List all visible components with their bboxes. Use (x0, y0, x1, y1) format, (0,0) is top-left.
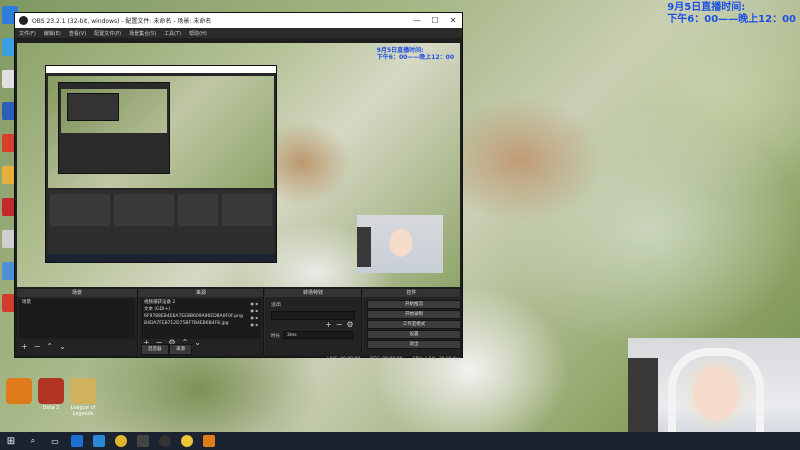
tab-sources[interactable]: 来源 (169, 344, 192, 355)
tab-mixer[interactable]: 混音器 (141, 344, 169, 355)
minimize-button[interactable]: — (408, 16, 426, 25)
webcam-background-object (628, 358, 658, 438)
nested-dock (114, 194, 174, 226)
exit-button[interactable]: 退出 (367, 340, 461, 349)
taskbar-app-icon[interactable] (203, 435, 215, 447)
nested-dock (50, 194, 110, 226)
nested-taskbar (46, 254, 276, 262)
remove-transition-icon[interactable]: − (336, 320, 343, 329)
move-down-icon[interactable]: ⌄ (59, 342, 66, 351)
source-item[interactable]: 视频捕获设备 2 ● ▪ (141, 299, 261, 306)
source-item-label: 文本 (GDI+) (144, 307, 170, 312)
chrome-icon[interactable] (115, 435, 127, 447)
obs-menu-bar: 文件(F) 编辑(E) 查看(V) 配置文件(P) 场景集合(S) 工具(T) … (15, 28, 462, 38)
menu-help[interactable]: 帮助(H) (189, 30, 207, 37)
preview-webcam-object (357, 227, 371, 267)
sources-dock-title: 来源 (139, 289, 263, 297)
source-item[interactable]: 文本 (GDI+) ● ▪ (141, 306, 261, 313)
controls-dock: 控件 开始推流 开始录制 工作室模式 设置 退出 (363, 289, 461, 355)
nested-preview-area-2 (61, 89, 167, 133)
source-item-label: 6F9788EB4E6A7EE8B609A96ED8A0F0F.png (144, 314, 243, 319)
nested-dock (178, 194, 218, 226)
preview-webcam (357, 215, 443, 273)
league-of-legends-label: League of Legends (70, 405, 96, 417)
obs-docks: 场景 场景 + − ⌃ ⌄ 来源 视频捕获设备 2 ● ▪ 文本 (GDI+) ● … (17, 289, 461, 355)
settings-button[interactable]: 设置 (367, 330, 461, 339)
preview-schedule-overlay: 9月5日直播时间: 下午6：00——晚上12：00 (377, 47, 454, 61)
menu-tools[interactable]: 工具(T) (164, 30, 181, 37)
studio-mode-button[interactable]: 工作室模式 (367, 320, 461, 329)
preview-schedule-line-2: 下午6：00——晚上12：00 (376, 54, 454, 61)
taskbar-app-icon[interactable] (71, 435, 83, 447)
remove-scene-icon[interactable]: − (34, 342, 41, 351)
menu-edit[interactable]: 编辑(E) (44, 30, 61, 37)
add-transition-icon[interactable]: + (325, 320, 332, 329)
obs-title-bar[interactable]: OBS 23.2.1 (32-bit, windows) - 配置文件: 未命名… (15, 13, 462, 28)
start-recording-button[interactable]: 开始录制 (367, 310, 461, 319)
nested-preview-area (48, 76, 274, 188)
transitions-dock: 转场特效 淡出 + − ⚙ 时长 3ms (265, 289, 362, 355)
controls-dock-title: 控件 (363, 289, 460, 297)
sources-dock: 来源 视频捕获设备 2 ● ▪ 文本 (GDI+) ● ▪ 6F9788EB4E6A… (139, 289, 264, 355)
menu-scene-collection[interactable]: 场景集合(S) (129, 30, 156, 37)
source-item-label: 视频捕获设备 2 (144, 300, 176, 305)
taskbar-app-icon[interactable] (181, 435, 193, 447)
move-down-icon[interactable]: ⌄ (194, 338, 201, 347)
move-up-icon[interactable]: ⌃ (46, 342, 53, 351)
taskbar-app-icon[interactable] (137, 435, 149, 447)
live-status: LIVE: 00:00:00 (327, 356, 361, 362)
maximize-button[interactable]: ☐ (426, 16, 444, 25)
add-scene-icon[interactable]: + (21, 342, 28, 351)
close-button[interactable]: ✕ (444, 16, 462, 25)
sources-list: 视频捕获设备 2 ● ▪ 文本 (GDI+) ● ▪ 6F9788EB4E6A7EE… (141, 299, 261, 339)
visibility-lock-icon[interactable]: ● ▪ (251, 321, 258, 327)
obs-logo-icon (19, 16, 28, 25)
nested-obs-preview (45, 65, 277, 263)
windows-taskbar: ⊞ ⌕ ▭ (0, 432, 800, 450)
obs-window-title: OBS 23.2.1 (32-bit, windows) - 配置文件: 未命名… (32, 18, 212, 25)
gear-icon[interactable]: ⚙ (346, 320, 353, 329)
menu-profile[interactable]: 配置文件(P) (94, 30, 121, 37)
scene-item[interactable]: 场景 (19, 299, 135, 306)
source-item-label: B4DA7FE8712D75BF7B4EB6B4F8.jpg (144, 321, 229, 326)
duration-label: 时长 (271, 334, 280, 339)
obs-status-bar: LIVE: 00:00:00 REC: 00:00:00 CPU: 1.5%, … (17, 355, 460, 363)
preview-schedule-line-1: 9月5日直播时间: (376, 47, 424, 54)
task-view-icon[interactable]: ▭ (49, 435, 61, 447)
nested-docks (48, 190, 274, 260)
scenes-toolbar: + − ⌃ ⌄ (21, 341, 72, 351)
schedule-line-2: 下午6：00——晚上12：00 (667, 14, 796, 25)
source-item[interactable]: 6F9788EB4E6A7EE8B609A96ED8A0F0F.png ● ▪ (141, 313, 261, 320)
menu-file[interactable]: 文件(F) (19, 30, 36, 37)
start-streaming-button[interactable]: 开始推流 (367, 300, 461, 309)
cpu-status: CPU: 1.5%, 30.00 fps (412, 356, 461, 362)
transition-toolbar: + − ⚙ (325, 320, 358, 329)
obs-window: OBS 23.2.1 (32-bit, windows) - 配置文件: 未命名… (14, 12, 463, 362)
nested-obs-preview-3 (67, 93, 119, 121)
scenes-dock-title: 场景 (17, 289, 137, 297)
league-of-legends-icon[interactable] (70, 378, 96, 404)
desktop-app-icon[interactable] (6, 378, 32, 404)
scenes-dock: 场景 场景 + − ⌃ ⌄ (17, 289, 138, 355)
schedule-line-1: 9月5日直播时间: (667, 2, 746, 13)
duration-input[interactable]: 3ms (283, 331, 353, 339)
transition-type: 淡出 (271, 302, 282, 308)
windows-start-icon[interactable]: ⊞ (5, 435, 17, 447)
dota2-icon[interactable] (38, 378, 64, 404)
transitions-dock-title: 转场特效 (265, 289, 361, 297)
nested-dock (222, 194, 272, 226)
obs-taskbar-icon[interactable] (159, 435, 171, 447)
schedule-overlay: 9月5日直播时间: 下午6：00——晚上12：00 (667, 2, 796, 26)
search-icon[interactable]: ⌕ (27, 435, 39, 447)
dota2-label: Dota 2 (42, 405, 60, 411)
edge-icon[interactable] (93, 435, 105, 447)
menu-view[interactable]: 查看(V) (69, 30, 86, 37)
rec-status: REC: 00:00:00 (370, 356, 403, 362)
source-item[interactable]: B4DA7FE8712D75BF7B4EB6B4F8.jpg ● ▪ (141, 320, 261, 327)
scenes-list: 场景 (19, 299, 135, 339)
nested-obs-preview-2 (58, 82, 170, 174)
transition-select[interactable] (271, 311, 355, 320)
nested-obs-title-bar (46, 66, 276, 73)
obs-preview[interactable]: 9月5日直播时间: 下午6：00——晚上12：00 (17, 43, 460, 287)
